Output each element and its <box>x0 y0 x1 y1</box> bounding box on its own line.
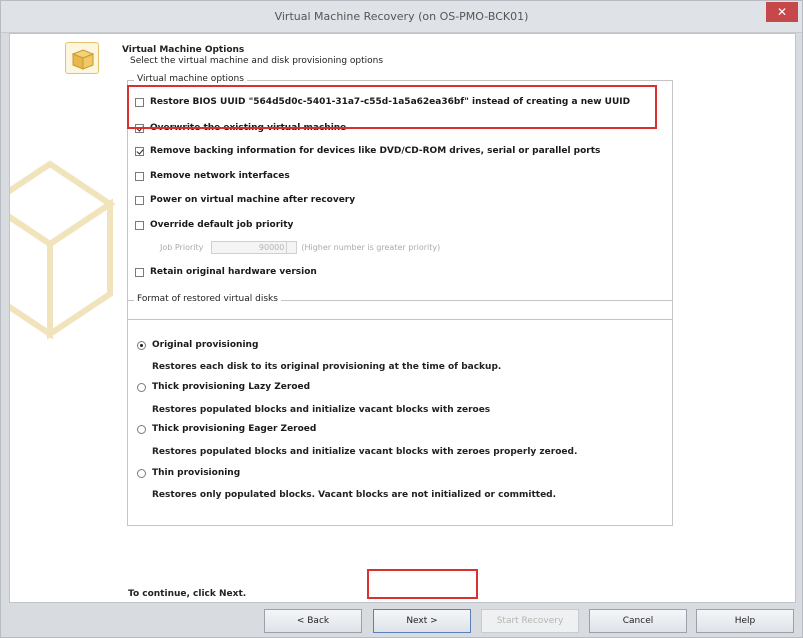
power-on-after-recovery-label: Power on virtual machine after recovery <box>150 195 356 205</box>
help-button[interactable]: Help <box>696 609 794 633</box>
override-job-priority-label: Override default job priority <box>150 220 294 230</box>
cancel-button[interactable]: Cancel <box>589 609 687 633</box>
thin-provisioning-radio[interactable] <box>137 468 146 478</box>
remove-backing-info-checkbox[interactable] <box>135 146 144 156</box>
thick-lazy-zeroed-label: Thick provisioning Lazy Zeroed <box>152 382 311 392</box>
original-provisioning-radio[interactable] <box>137 340 146 350</box>
thin-provisioning-desc: Restores only populated blocks. Vacant b… <box>152 490 557 500</box>
thick-eager-zeroed-radio[interactable] <box>137 424 146 434</box>
remove-backing-info-option[interactable]: Remove backing information for devices l… <box>135 146 600 156</box>
job-priority-row: Job Priority 90000 (Higher number is gre… <box>160 241 440 254</box>
vm-options-legend: Virtual machine options <box>134 74 247 84</box>
override-job-priority-option[interactable]: Override default job priority <box>135 220 293 230</box>
retain-hardware-version-checkbox[interactable] <box>135 267 144 277</box>
job-priority-value: 90000 <box>258 243 285 252</box>
remove-backing-info-label: Remove backing information for devices l… <box>150 146 601 156</box>
thin-provisioning-label: Thin provisioning <box>152 468 241 478</box>
window-title: Virtual Machine Recovery (on OS-PMO-BCK0… <box>274 10 529 23</box>
start-recovery-button[interactable]: Start Recovery <box>481 609 579 633</box>
override-job-priority-checkbox[interactable] <box>135 220 144 230</box>
thick-lazy-zeroed-option[interactable]: Thick provisioning Lazy Zeroed <box>137 382 310 392</box>
spinner-arrows-icon <box>286 242 296 253</box>
thick-eager-zeroed-option[interactable]: Thick provisioning Eager Zeroed <box>137 424 316 434</box>
thin-provisioning-option[interactable]: Thin provisioning <box>137 468 240 478</box>
decorative-box-outline <box>10 160 116 340</box>
recovery-wizard-window: Virtual Machine Recovery (on OS-PMO-BCK0… <box>0 0 803 638</box>
original-provisioning-option[interactable]: Original provisioning <box>137 340 258 350</box>
job-priority-hint: (Higher number is greater priority) <box>301 243 441 252</box>
close-icon[interactable]: ✕ <box>766 2 798 22</box>
retain-hardware-version-label: Retain original hardware version <box>150 267 317 277</box>
remove-network-interfaces-checkbox[interactable] <box>135 171 144 181</box>
options-highlight-box <box>127 85 657 129</box>
job-priority-spinner: 90000 <box>211 241 298 254</box>
back-button[interactable]: < Back <box>264 609 362 633</box>
original-provisioning-desc: Restores each disk to its original provi… <box>152 362 502 372</box>
thick-eager-zeroed-desc: Restores populated blocks and initialize… <box>152 447 578 457</box>
power-on-after-recovery-checkbox[interactable] <box>135 195 144 205</box>
continue-instruction: To continue, click Next. <box>128 589 247 599</box>
remove-network-interfaces-option[interactable]: Remove network interfaces <box>135 171 290 181</box>
thick-eager-zeroed-label: Thick provisioning Eager Zeroed <box>152 424 317 434</box>
remove-network-interfaces-label: Remove network interfaces <box>150 171 290 181</box>
thick-lazy-zeroed-desc: Restores populated blocks and initialize… <box>152 405 491 415</box>
page-subtitle: Select the virtual machine and disk prov… <box>130 56 384 66</box>
title-bar: Virtual Machine Recovery (on OS-PMO-BCK0… <box>1 1 802 33</box>
retain-hardware-version-option[interactable]: Retain original hardware version <box>135 267 317 277</box>
wizard-box-icon <box>65 42 99 74</box>
next-button[interactable]: Next > <box>373 609 471 633</box>
thick-lazy-zeroed-radio[interactable] <box>137 382 146 392</box>
next-highlight-box <box>367 569 478 599</box>
original-provisioning-label: Original provisioning <box>152 340 259 350</box>
page-title: Virtual Machine Options <box>122 45 245 55</box>
disk-format-legend: Format of restored virtual disks <box>134 294 281 304</box>
job-priority-label: Job Priority <box>160 243 204 252</box>
power-on-after-recovery-option[interactable]: Power on virtual machine after recovery <box>135 195 355 205</box>
